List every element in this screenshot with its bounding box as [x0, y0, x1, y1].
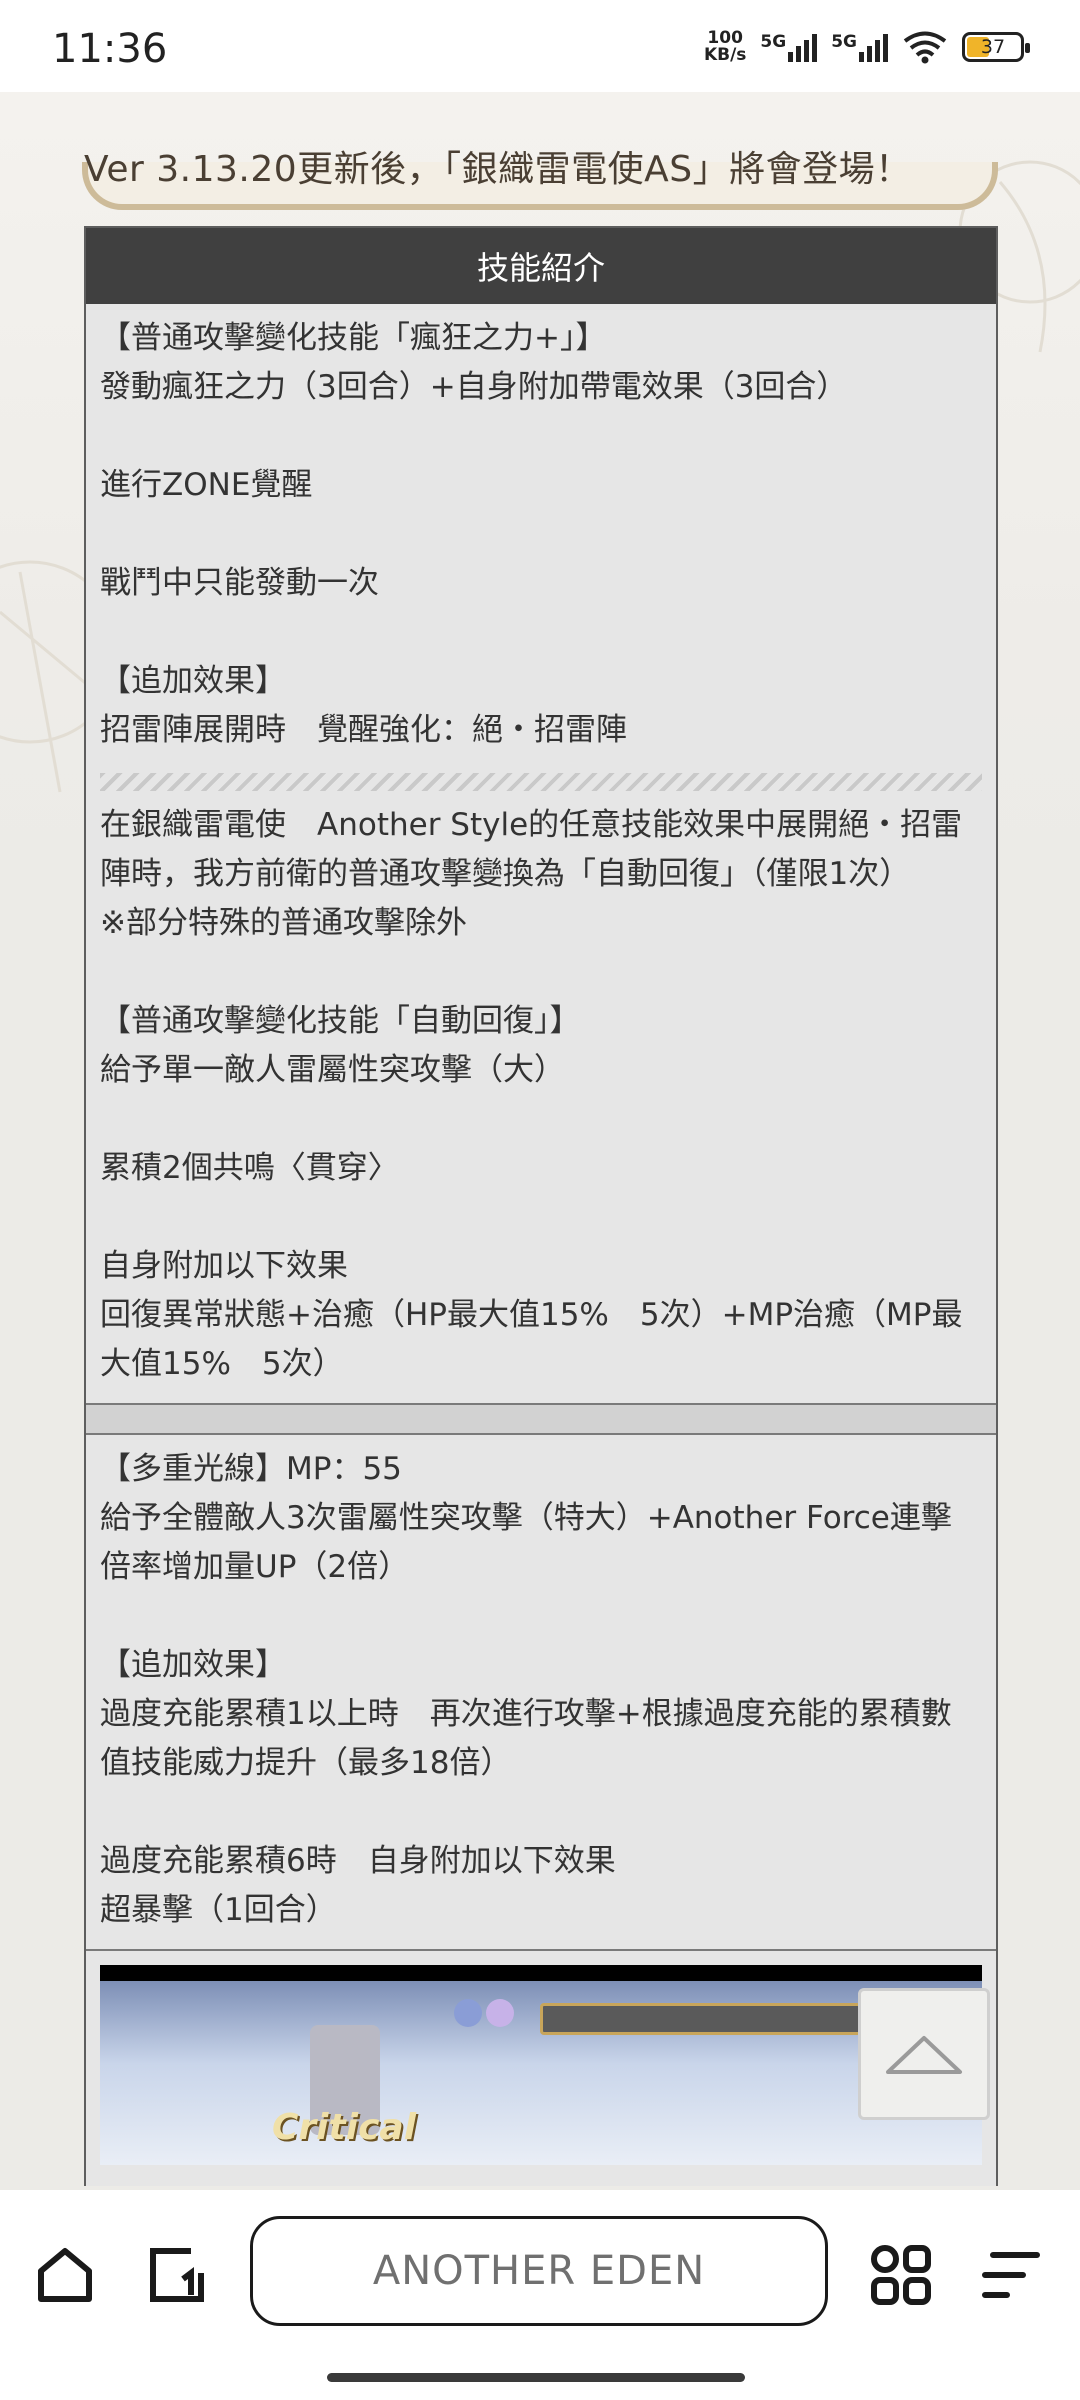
signal-icon-1: 5G — [760, 32, 818, 62]
tabs-icon — [150, 2248, 204, 2302]
wifi-icon — [903, 31, 947, 64]
text-line: 回復異常狀態+治癒（HP最大值15% 5次）+MP治癒（MP最大值15% 5次） — [100, 1297, 963, 1382]
menu-icon — [982, 2252, 1040, 2298]
text-line: 自身附加以下效果 — [100, 1248, 348, 1284]
section-divider — [86, 1403, 996, 1435]
text-line: 【追加效果】 — [100, 663, 286, 699]
update-headline: Ver 3.13.20更新後，「銀織雷電使AS」將會登場！ — [84, 149, 912, 190]
menu-button[interactable] — [976, 2240, 1046, 2310]
text-line — [100, 1788, 982, 1837]
skill-screenshot[interactable]: Critical — [100, 1965, 982, 2165]
hatched-divider — [100, 773, 982, 791]
skill-cell-3: 【多重光線】MP：55 給予全體敵人3次雷屬性突攻擊（特大）+Another F… — [86, 1435, 996, 1949]
text-line: 【普通攻擊變化技能「瘋狂之力+」】 — [100, 320, 607, 356]
skill-cell-2: 在銀織雷電使 Another Style的任意技能效果中展開絕・招雷陣時，我方前… — [86, 801, 996, 1403]
clock: 11:36 — [52, 26, 168, 72]
text-line: 累積2個共鳴〈貫穿〉 — [100, 1150, 399, 1186]
status-icon — [454, 1999, 482, 2027]
battery-icon: 37 — [962, 32, 1030, 62]
text-line: ※部分特殊的普通攻擊除外 — [100, 905, 467, 941]
text-line: 【普通攻擊變化技能「自動回復」】 — [100, 1003, 581, 1039]
text-line: 招雷陣展開時 覺醒強化：絕・招雷陣 — [100, 712, 627, 748]
text-line — [100, 510, 982, 559]
text-line: 過度充能累積1以上時 再次進行攻擊+根據過度充能的累積數值技能威力提升（最多18… — [100, 1696, 952, 1781]
home-icon — [38, 2248, 92, 2302]
status-icons: 100 KB/s 5G 5G 37 — [703, 28, 1030, 65]
text-line — [100, 1095, 982, 1144]
status-icon — [486, 1999, 514, 2027]
text-line: 超暴擊（1回合） — [100, 1892, 337, 1928]
text-line: 給予單一敵人雷屬性突攻擊（大） — [100, 1052, 565, 1088]
back-to-top-button[interactable] — [858, 1988, 990, 2120]
text-line: 【追加效果】 — [100, 1647, 286, 1683]
critical-text: Critical — [272, 2107, 417, 2148]
home-indicator[interactable] — [327, 2373, 745, 2382]
network-speed: 100 KB/s — [703, 28, 747, 65]
table-header: 技能紹介 — [86, 228, 996, 304]
text-line: 給予全體敵人3次雷屬性突攻擊（特大）+Another Force連擊倍率增加量U… — [100, 1500, 952, 1585]
text-line — [100, 948, 982, 997]
chevron-up-icon — [886, 2036, 962, 2074]
text-line: 發動瘋狂之力（3回合）+自身附加帶電效果（3回合） — [100, 369, 848, 405]
enemy-hp-bar — [540, 2003, 866, 2035]
tabs-button[interactable] — [142, 2240, 212, 2310]
home-button[interactable] — [30, 2240, 100, 2310]
text-line — [100, 412, 982, 461]
apps-grid-icon — [871, 2245, 931, 2305]
status-bar: 11:36 100 KB/s 5G 5G 37 — [0, 0, 1080, 92]
text-line: 在銀織雷電使 Another Style的任意技能效果中展開絕・招雷陣時，我方前… — [100, 807, 963, 892]
row-separator — [86, 1949, 996, 1951]
address-bar[interactable]: ANOTHER EDEN — [250, 2216, 828, 2326]
browser-toolbar: ANOTHER EDEN — [0, 2190, 1080, 2400]
text-line: 進行ZONE覺醒 — [100, 467, 313, 503]
apps-button[interactable] — [866, 2240, 936, 2310]
text-line: 過度充能累積6時 自身附加以下效果 — [100, 1843, 616, 1879]
text-line — [100, 608, 982, 657]
signal-icon-2: 5G — [831, 32, 888, 62]
skill-table: 技能紹介 【普通攻擊變化技能「瘋狂之力+」】 發動瘋狂之力（3回合）+自身附加帶… — [84, 226, 998, 2186]
text-line: 戰鬥中只能發動一次 — [100, 565, 379, 601]
skill-cell-1: 【普通攻擊變化技能「瘋狂之力+」】 發動瘋狂之力（3回合）+自身附加帶電效果（3… — [86, 304, 996, 769]
text-line — [100, 1193, 982, 1242]
text-line: 【多重光線】MP：55 — [100, 1451, 402, 1487]
text-line — [100, 1592, 982, 1641]
